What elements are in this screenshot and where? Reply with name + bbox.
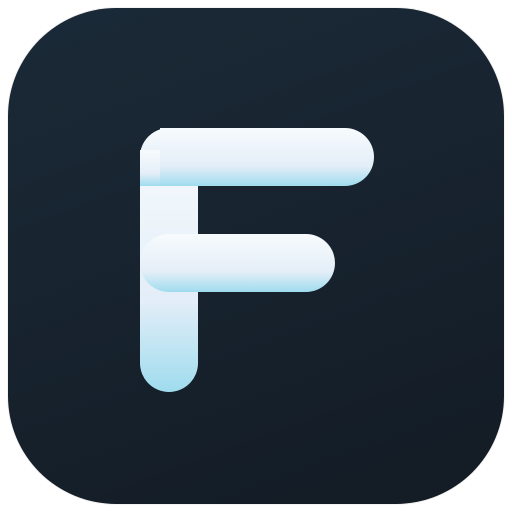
f-middle-bar [140,234,335,292]
letter-f-logo-icon [140,128,374,392]
